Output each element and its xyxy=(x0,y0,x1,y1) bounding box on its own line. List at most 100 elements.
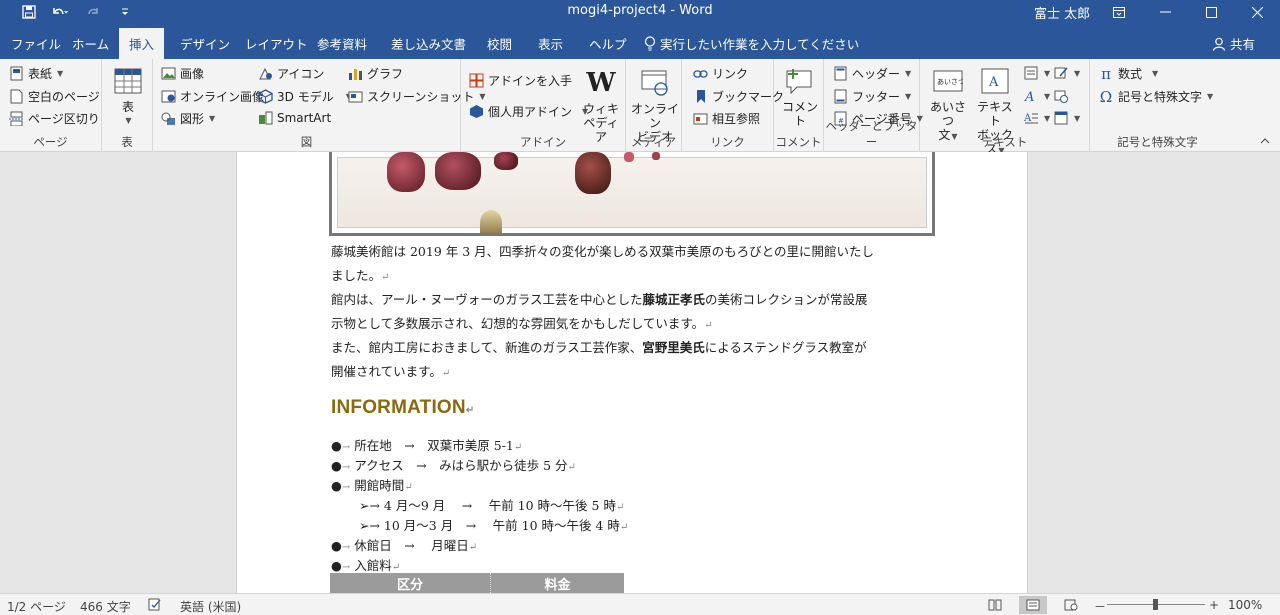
document-area[interactable]: 藤城美術館は 2019 年 3 月、四季折々の変化が楽しめる双葉市美原のもろびと… xyxy=(0,152,1280,593)
chevron-up-icon xyxy=(1260,138,1270,144)
language-indicator[interactable]: 英語 (米国) xyxy=(180,598,241,615)
list-item[interactable]: ●→ 休館日 → 月曜日↵ xyxy=(331,535,477,554)
text-box-icon: A xyxy=(979,65,1011,97)
3d-models-button[interactable]: 3D モデル▼ xyxy=(257,88,352,105)
word-count[interactable]: 466 文字 xyxy=(80,598,131,615)
illustrations-group-label: 図 xyxy=(300,135,313,149)
zoom-slider-thumb[interactable] xyxy=(1153,599,1158,610)
chart-button[interactable]: グラフ xyxy=(347,65,403,82)
header-button[interactable]: ヘッダー ▼ xyxy=(832,65,911,82)
zoom-out-button[interactable]: － xyxy=(1094,598,1106,615)
pages-group-label: ページ xyxy=(33,135,68,149)
object-icon xyxy=(1053,110,1069,126)
comments-group: コメント コメント xyxy=(774,59,824,152)
tab-file[interactable]: ファイル xyxy=(11,34,61,53)
object-button[interactable]: ▼ xyxy=(1053,110,1080,126)
information-heading[interactable]: INFORMATION↵ xyxy=(331,397,474,419)
page-break-button[interactable]: ページ区切り xyxy=(8,110,100,127)
zoom-in-button[interactable]: + xyxy=(1209,598,1219,612)
page-count[interactable]: 1/2 ページ xyxy=(7,598,66,615)
date-time-button[interactable] xyxy=(1053,88,1069,104)
table-header-cell: 料金 xyxy=(544,577,571,593)
drop-cap-button[interactable]: A ▼ xyxy=(1023,110,1050,126)
table-group: 表 ▼ 表 xyxy=(102,59,153,152)
collapse-ribbon-button[interactable] xyxy=(1260,136,1270,147)
maximize-button[interactable] xyxy=(1188,0,1234,24)
paragraph-2[interactable]: 館内は、アール・ヌーヴォーのガラス工芸を中心とした藤城正孝氏の美術コレクションが… xyxy=(331,288,936,338)
icons-button[interactable]: アイコン xyxy=(257,65,324,82)
share-button[interactable]: 共有 xyxy=(1212,34,1255,53)
paragraph-3[interactable]: また、館内工房におきまして、新進のガラス工芸作家、宮野里美氏によるステンドグラス… xyxy=(331,336,936,386)
list-item[interactable]: ●→ 入館料↵ xyxy=(331,555,400,574)
bookmark-button[interactable]: ブックマーク xyxy=(692,88,784,105)
tab-home[interactable]: ホーム xyxy=(72,34,109,53)
online-video-button[interactable]: オンライン ビデオ xyxy=(629,67,681,144)
omega-icon: Ω xyxy=(1099,87,1113,106)
glass-jewels-picture[interactable] xyxy=(329,152,935,236)
web-layout-button[interactable] xyxy=(1057,596,1085,614)
ribbon-display-options-button[interactable] xyxy=(1096,0,1142,24)
minimize-icon xyxy=(1159,11,1171,13)
symbol-button[interactable]: Ω 記号と特殊文字 ▼ xyxy=(1098,87,1213,106)
footer-button[interactable]: フッター ▼ xyxy=(832,88,911,105)
document-page[interactable]: 藤城美術館は 2019 年 3 月、四季折々の変化が楽しめる双葉市美原のもろびと… xyxy=(236,152,1028,593)
shapes-icon xyxy=(160,111,176,127)
close-button[interactable] xyxy=(1234,0,1280,24)
comment-icon xyxy=(784,65,816,97)
minimize-button[interactable] xyxy=(1142,0,1188,24)
cross-reference-icon xyxy=(692,111,708,127)
shapes-button[interactable]: 図形 ▼ xyxy=(160,110,215,127)
user-name[interactable]: 富士 太郎 xyxy=(1034,3,1090,22)
tab-help[interactable]: ヘルプ xyxy=(589,34,627,53)
table-header-cell: 区分 xyxy=(330,573,491,593)
quick-parts-button[interactable]: ▼ xyxy=(1023,65,1050,81)
tab-layout[interactable]: レイアウト xyxy=(245,34,308,53)
ribbon: 表紙▼ 空白のページ ページ区切り ページ 表▼ 表 画像 オンライン画像 xyxy=(0,59,1280,156)
greeting-button[interactable]: あいさつ あいさつ 文▼ xyxy=(926,65,970,144)
list-item[interactable]: ●→ 開館時間↵ xyxy=(331,475,413,494)
print-layout-icon xyxy=(1026,599,1040,611)
cover-page-button[interactable]: 表紙 ▼ xyxy=(8,65,63,82)
store-icon xyxy=(468,73,484,89)
illustrations-group: 画像 オンライン画像 図形▼ アイコン 3D モデル▼ SmartArt グラフ xyxy=(153,59,486,152)
paragraph-1[interactable]: 藤城美術館は 2019 年 3 月、四季折々の変化が楽しめる双葉市美原のもろびと… xyxy=(331,240,936,290)
fee-table-header[interactable]: 区分 料金 xyxy=(330,573,624,593)
blank-page-button[interactable]: 空白のページ xyxy=(8,88,100,105)
smartart-icon xyxy=(257,110,273,126)
tab-review[interactable]: 校閲 xyxy=(487,34,512,53)
maximize-icon xyxy=(1205,6,1217,18)
ribbon-tabs: ファイル ホーム 挿入 デザイン レイアウト 参考資料 差し込み文書 校閲 表示… xyxy=(0,24,1280,59)
new-comment-button[interactable]: コメント xyxy=(777,65,823,128)
picture-button[interactable]: 画像 xyxy=(160,65,204,82)
list-item[interactable]: ➢→ 4 月～9 月 → 午前 10 時～午後 5 時↵ xyxy=(359,495,624,514)
list-item[interactable]: ●→ 所在地 → 双葉市美原 5-1↵ xyxy=(331,435,522,454)
list-item[interactable]: ●→ アクセス → みはら駅から徒歩 5 分↵ xyxy=(331,455,576,474)
read-mode-icon xyxy=(988,599,1002,611)
equation-button[interactable]: π 数式 ▼ xyxy=(1098,65,1158,83)
cross-reference-button[interactable]: 相互参照 xyxy=(692,110,760,127)
addins-group-label: アドイン xyxy=(520,135,566,149)
svg-text:A: A xyxy=(1024,90,1034,103)
table-button[interactable]: 表 ▼ xyxy=(110,65,146,128)
title-bar: mogi4-project4 - Word 富士 太郎 xyxy=(0,0,1280,24)
wikipedia-button[interactable]: W ウィキ ペディア xyxy=(579,67,623,144)
zoom-level[interactable]: 100% xyxy=(1228,598,1262,612)
online-picture-button[interactable]: オンライン画像 xyxy=(160,88,264,105)
lightbulb-icon xyxy=(644,36,656,51)
tab-insert[interactable]: 挿入 xyxy=(119,28,165,59)
tab-design[interactable]: デザイン xyxy=(180,34,230,53)
proofing-icon[interactable] xyxy=(148,598,162,614)
smartart-button[interactable]: SmartArt xyxy=(257,110,331,126)
tab-mailings[interactable]: 差し込み文書 xyxy=(391,34,466,53)
signature-line-button[interactable]: ▼ xyxy=(1053,65,1080,81)
tab-view[interactable]: 表示 xyxy=(538,34,563,53)
tell-me-box[interactable]: 実行したい作業を入力してください xyxy=(644,34,859,53)
list-item[interactable]: ➢→ 10 月～3 月 → 午前 10 時～午後 4 時↵ xyxy=(359,515,628,534)
print-layout-button[interactable] xyxy=(1019,596,1047,614)
tab-references[interactable]: 参考資料 xyxy=(317,34,367,53)
read-mode-button[interactable] xyxy=(981,596,1009,614)
link-button[interactable]: リンク xyxy=(692,65,748,82)
my-addins-button[interactable]: 個人用アドイン ▼ xyxy=(468,103,588,120)
wordart-button[interactable]: A ▼ xyxy=(1023,88,1050,104)
get-addins-button[interactable]: アドインを入手 xyxy=(468,72,572,89)
